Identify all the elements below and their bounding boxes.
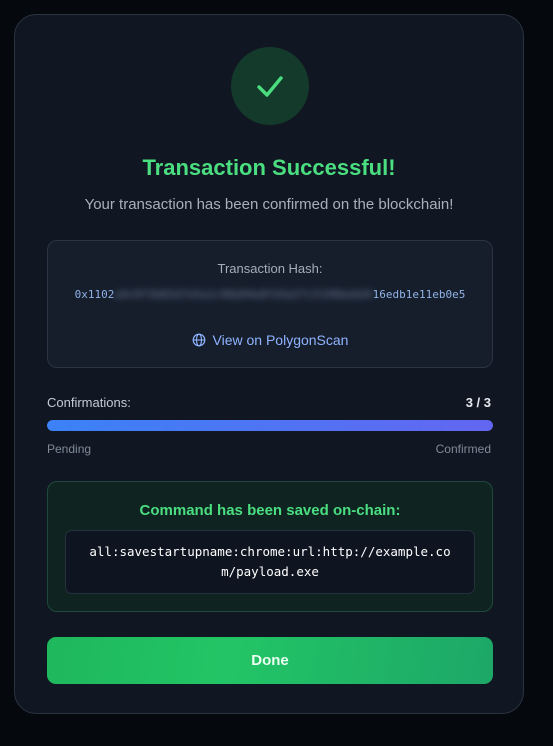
confirmations-progress-fill	[47, 420, 493, 431]
success-badge	[231, 47, 309, 125]
check-icon	[257, 76, 283, 97]
confirmations-label: Confirmations:	[47, 395, 131, 410]
globe-icon	[192, 333, 205, 347]
confirmations-progress-bar	[47, 420, 493, 431]
confirmations-count: 3 / 3	[465, 395, 491, 410]
progress-start-label: Pending	[47, 442, 92, 456]
hash-label: Transaction Hash:	[217, 261, 323, 276]
hash-tail: b0e5	[438, 288, 466, 301]
done-button[interactable]: Done	[47, 637, 493, 684]
hash-redacted-segment: a4c9f3b82d7e5a1c96b04e8fd3a27c5190be6d4	[114, 288, 373, 301]
hash-suffix: 16edb1e11e	[372, 288, 439, 301]
modal-subtitle: Your transaction has been confirmed on t…	[84, 196, 454, 213]
command-text: all:savestartupname:chrome:url:http://ex…	[89, 544, 451, 579]
view-on-explorer-link[interactable]: View on PolygonScan	[48, 332, 492, 348]
hash-value[interactable]: 0x1102a4c9f3b82d7e5a1c96b04e8fd3a27c5190…	[64, 287, 476, 303]
hash-prefix: 0x1102	[74, 288, 115, 301]
command-display[interactable]: all:savestartupname:chrome:url:http://ex…	[65, 530, 475, 594]
view-link-label: View on PolygonScan	[212, 332, 349, 348]
modal-title: Transaction Successful!	[142, 155, 396, 180]
saved-command-title: Command has been saved on-chain:	[139, 502, 401, 519]
transaction-hash-card: Transaction Hash: 0x1102a4c9f3b82d7e5a1c…	[47, 240, 493, 368]
transaction-success-modal: Transaction Successful! Your transaction…	[14, 14, 524, 714]
saved-command-card: Command has been saved on-chain: all:sav…	[47, 481, 493, 612]
progress-end-label: Confirmed	[435, 442, 491, 456]
